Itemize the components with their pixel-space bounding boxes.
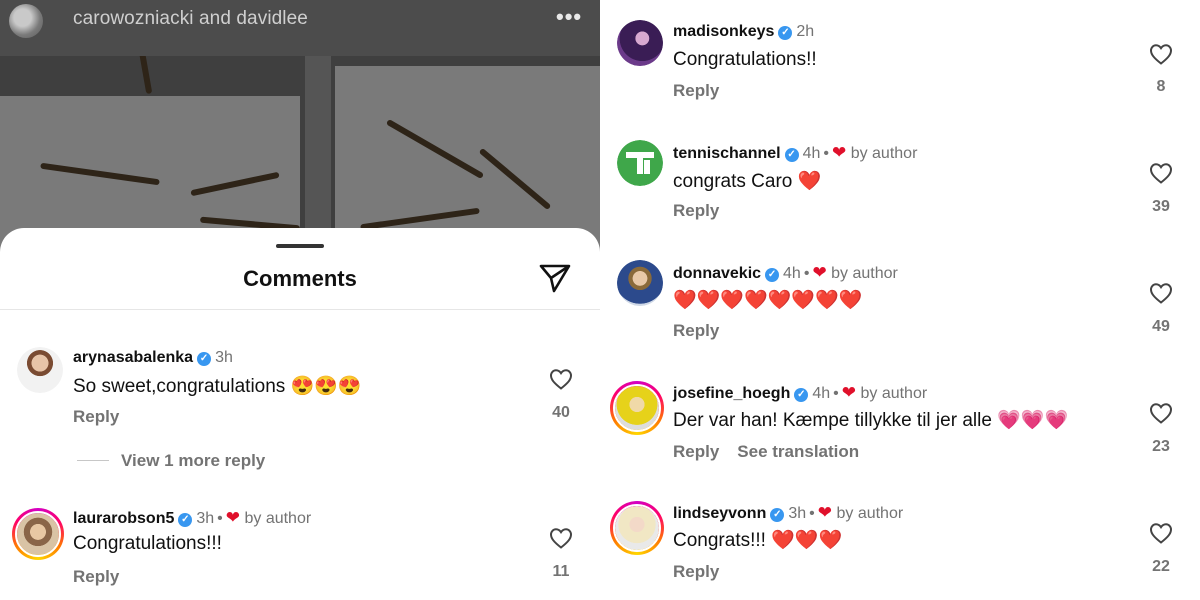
reply-button[interactable]: Reply [73,407,119,427]
avatar[interactable] [617,260,663,306]
comment-meta: arynasabalenka ✓ 3h [73,349,233,367]
heart-outline-icon[interactable] [1149,522,1173,544]
view-more-replies[interactable]: View 1 more reply [77,451,265,471]
author-liked-label: by author [831,265,898,282]
comment-time: 4h [812,385,831,402]
like-count: 23 [1152,438,1170,455]
heart-outline-icon[interactable] [549,368,573,390]
separator-dot: • [217,510,223,527]
avatar-story-ring[interactable] [610,501,664,555]
heart-filled-icon: ❤ [841,383,857,402]
comments-title: Comments [243,266,357,291]
heart-filled-icon: ❤ [812,263,827,282]
reply-row: Reply See translation [673,442,859,462]
comment-time: 4h [802,145,821,162]
separator-dot: • [833,385,839,402]
comment-username[interactable]: madisonkeys [673,23,774,40]
comment-meta: madisonkeys ✓ 2h [673,23,814,41]
comment-time: 3h [788,505,807,522]
comment-text: congrats Caro ❤️ [673,171,822,192]
like-count: 11 [552,563,570,580]
verified-badge-icon: ✓ [784,148,799,162]
verified-badge-icon: ✓ [765,268,780,282]
separator-dot: • [809,505,815,522]
comment-text: So sweet,congratulations 😍😍😍 [73,376,362,397]
view-more-replies-label: View 1 more reply [121,451,266,470]
heart-outline-icon[interactable] [549,527,573,549]
verified-badge-icon: ✓ [778,26,793,40]
heart-outline-icon[interactable] [1149,43,1173,65]
verified-badge-icon: ✓ [770,508,785,522]
author-liked-label: by author [860,385,928,402]
comment-text: Der var han! Kæmpe tillykke til jer alle… [673,410,1069,431]
left-panel: carowozniacki and davidlee ••• Comments … [0,0,600,600]
comment-username[interactable]: tennischannel [673,145,781,162]
verified-badge-icon: ✓ [178,513,193,527]
reply-button[interactable]: Reply [673,81,719,101]
comment-text: Congratulations!! [673,49,817,70]
like-count: 39 [1152,198,1170,215]
sheet-drag-handle[interactable] [276,244,324,248]
avatar-story-ring[interactable] [12,508,64,560]
comment-meta: donnavekic ✓ 4h • ❤ by author [673,263,898,283]
avatar-story-ring[interactable] [610,381,664,435]
reply-button[interactable]: Reply [673,321,719,341]
heart-filled-icon: ❤ [831,143,847,162]
right-panel: madisonkeys ✓ 2h Congratulations!! Reply 8… [600,0,1200,600]
post-header: carowozniacki and davidlee ••• [0,0,600,56]
painting-stroke [137,56,153,95]
reply-button[interactable]: Reply [673,442,719,461]
heart-filled-icon: ❤ [817,503,833,522]
comment-text: ❤️❤️❤️❤️❤️❤️❤️❤️ [673,290,863,311]
reply-button[interactable]: Reply [73,567,119,587]
like-count: 49 [1152,318,1170,335]
avatar[interactable] [617,20,663,66]
like-count: 22 [1152,558,1170,575]
comment-meta: josefine_hoegh ✓ 4h • ❤ by author [673,383,927,403]
heart-filled-icon: ❤ [225,508,241,527]
reply-button[interactable]: Reply [673,201,719,221]
comment-time: 3h [215,349,233,366]
tennischannel-logo [617,140,663,186]
avatar[interactable] [17,347,63,393]
comment-meta: lindseyvonn ✓ 3h • ❤ by author [673,503,903,523]
heart-outline-icon[interactable] [1149,282,1173,304]
like-count: 8 [1156,78,1166,95]
comment-text: Congratulations!!! [73,533,222,554]
comment-username[interactable]: lindseyvonn [673,505,766,522]
post-author-avatar[interactable] [9,4,43,38]
author-liked-label: by author [836,505,904,522]
author-liked-label: by author [850,145,918,162]
comment-time: 3h [196,510,215,527]
separator-dot: • [803,265,810,282]
comment-username[interactable]: arynasabalenka [73,349,193,366]
separator-dot: • [823,145,829,162]
send-icon[interactable] [538,262,572,294]
like-count: 40 [552,404,570,421]
sheet-divider [0,309,600,310]
post-author-names[interactable]: carowozniacki and davidlee [73,8,308,30]
comment-text: Congrats!!! ❤️❤️❤️ [673,530,843,551]
comment-time: 2h [796,23,815,40]
see-translation-link[interactable]: See translation [737,442,859,461]
verified-badge-icon: ✓ [794,388,809,402]
verified-badge-icon: ✓ [197,352,212,366]
comment-username[interactable]: laurarobson5 [73,510,174,527]
comment-username[interactable]: donnavekic [673,265,761,282]
author-liked-label: by author [244,510,312,527]
heart-outline-icon[interactable] [1149,162,1173,184]
reply-button[interactable]: Reply [673,562,719,582]
comment-time: 4h [783,265,801,282]
more-horizontal-icon[interactable]: ••• [556,4,582,30]
heart-outline-icon[interactable] [1149,402,1173,424]
comment-username[interactable]: josefine_hoegh [673,385,790,402]
avatar[interactable] [617,140,663,186]
thread-line [77,460,109,461]
comment-meta: tennischannel ✓ 4h • ❤ by author [673,143,917,163]
comment-meta: laurarobson5 ✓ 3h • ❤ by author [73,508,311,528]
